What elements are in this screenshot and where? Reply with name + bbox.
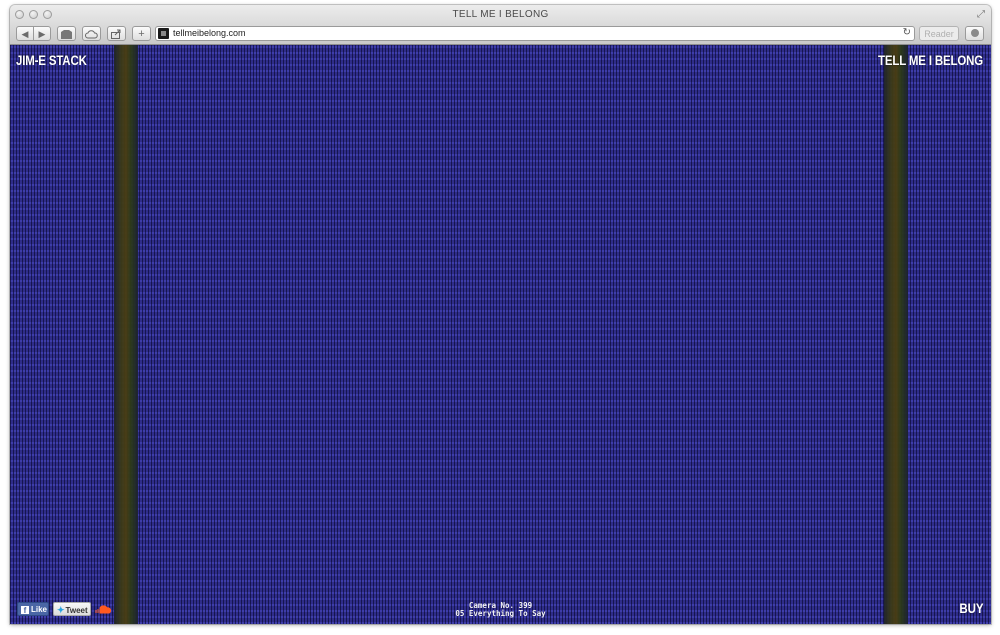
browser-toolbar: ◀ ▶ + tellmeibelong.com ↻ Reader xyxy=(10,24,991,45)
downloads-button[interactable] xyxy=(965,26,984,41)
artist-name-link[interactable]: JIM-E STACK xyxy=(16,52,87,68)
add-bookmark-button[interactable]: + xyxy=(132,26,151,41)
track-title: 05 Everything To Say xyxy=(455,609,546,618)
icloud-tabs-button[interactable] xyxy=(82,26,101,41)
share-icon xyxy=(111,29,121,39)
share-button[interactable] xyxy=(107,26,126,41)
reload-icon[interactable]: ↻ xyxy=(903,27,911,38)
buy-link[interactable]: BUY xyxy=(960,600,984,616)
top-sites-button[interactable] xyxy=(57,26,76,41)
top-sites-icon xyxy=(61,30,72,39)
browser-window: TELL ME I BELONG ⤢ ◀ ▶ + tellmeibelong.c… xyxy=(10,5,991,624)
forward-button[interactable]: ▶ xyxy=(33,26,51,41)
title-bar: TELL ME I BELONG ⤢ xyxy=(10,5,991,24)
site-favicon-icon xyxy=(158,28,169,39)
fullscreen-icon[interactable]: ⤢ xyxy=(977,9,985,20)
window-title: TELL ME I BELONG xyxy=(452,9,549,20)
album-title-link[interactable]: TELL ME I BELONG xyxy=(878,52,983,68)
page-content: JIM-E STACK TELL ME I BELONG f Like ✦Twee… xyxy=(10,45,991,624)
cloud-icon xyxy=(85,30,98,39)
back-button[interactable]: ◀ xyxy=(16,26,34,41)
video-stripe-right xyxy=(884,45,908,624)
url-text[interactable]: tellmeibelong.com xyxy=(173,28,246,38)
now-playing-caption: Camera No. 399 05 Everything To Say xyxy=(10,602,991,618)
address-bar[interactable]: tellmeibelong.com ↻ xyxy=(155,26,915,41)
reader-button[interactable]: Reader xyxy=(919,26,959,41)
downloads-icon xyxy=(971,29,979,37)
video-stripe-left xyxy=(114,45,138,624)
